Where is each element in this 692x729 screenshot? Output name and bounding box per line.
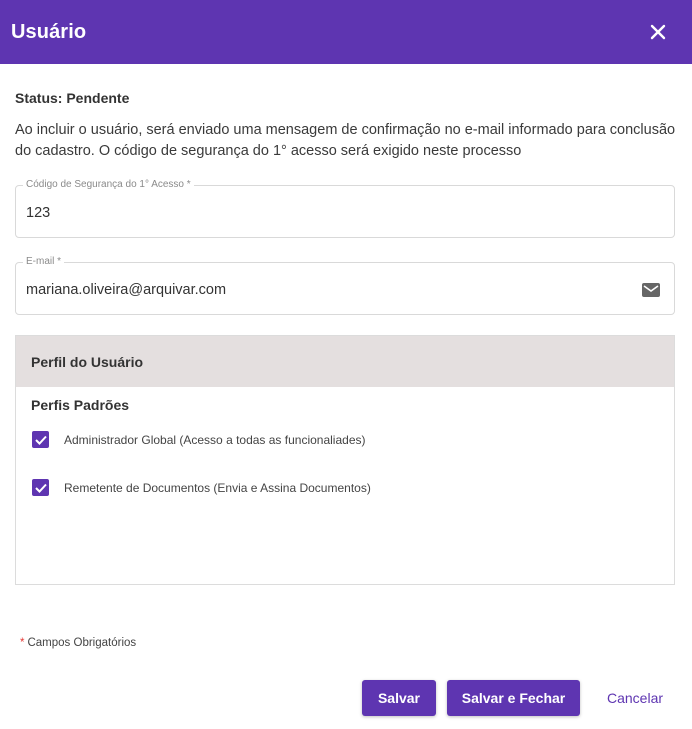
security-code-field[interactable]: Código de Segurança do 1° Acesso * 123 (15, 178, 675, 238)
sender-checkbox[interactable] (32, 479, 49, 496)
required-fields-text: Campos Obrigatórios (27, 637, 137, 649)
profile-option-admin[interactable]: Administrador Global (Acesso a todas as … (32, 431, 366, 448)
email-value[interactable]: mariana.oliveira@arquivar.com (26, 282, 226, 298)
required-star: * (20, 637, 25, 649)
save-and-close-button[interactable]: Salvar e Fechar (447, 680, 580, 716)
email-label: E-mail * (23, 255, 65, 269)
mail-icon (642, 283, 660, 297)
security-code-value[interactable]: 123 (26, 205, 50, 221)
user-profile-header: Perfil do Usuário (16, 336, 674, 387)
sender-label: Remetente de Documentos (Envia e Assina … (64, 480, 371, 495)
check-icon (34, 483, 47, 493)
save-button[interactable]: Salvar (362, 680, 436, 716)
security-code-label: Código de Segurança do 1° Acesso * (23, 178, 194, 192)
profile-option-sender[interactable]: Remetente de Documentos (Envia e Assina … (32, 479, 371, 496)
dialog-title: Usuário (11, 20, 87, 43)
email-field[interactable]: E-mail * mariana.oliveira@arquivar.com (15, 255, 675, 315)
admin-checkbox[interactable] (32, 431, 49, 448)
close-button[interactable] (646, 20, 670, 44)
info-text: Ao incluir o usuário, será enviado uma m… (15, 122, 676, 159)
dialog-header: Usuário (0, 0, 692, 64)
status-text: Status: Pendente (15, 90, 130, 106)
cancel-button[interactable]: Cancelar (594, 680, 676, 716)
admin-label: Administrador Global (Acesso a todas as … (64, 432, 366, 447)
default-profiles-title: Perfis Padrões (31, 397, 130, 413)
check-icon (34, 435, 47, 445)
required-fields-note: * Campos Obrigatórios (20, 637, 136, 649)
user-profile-panel: Perfil do Usuário Perfis Padrões Adminis… (15, 335, 675, 585)
close-icon (650, 24, 666, 40)
